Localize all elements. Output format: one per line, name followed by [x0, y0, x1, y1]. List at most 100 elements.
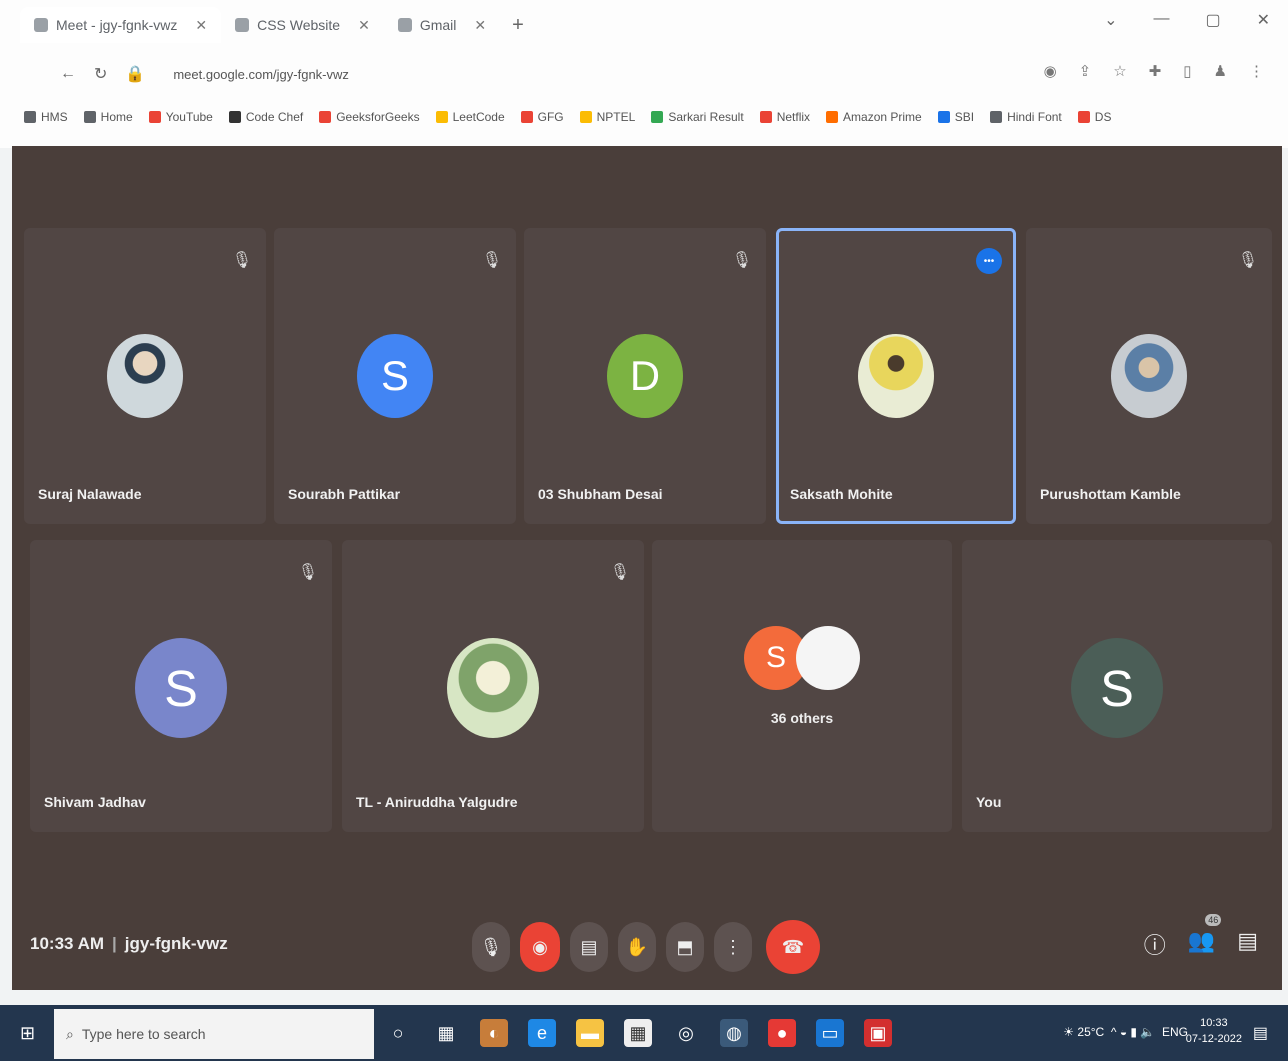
meeting-time: 10:33 AM	[30, 934, 105, 953]
camera-permission-icon[interactable]: ◉	[1044, 62, 1057, 80]
notification-icon[interactable]: ▤	[1253, 1023, 1268, 1043]
others-tile[interactable]: S 36 others	[652, 540, 952, 832]
new-tab-button[interactable]: +	[512, 14, 524, 37]
app-icon-2[interactable]: ●	[768, 1019, 796, 1047]
bookmark-item[interactable]: Home	[83, 110, 133, 124]
extensions-icon[interactable]: ✚	[1149, 62, 1162, 80]
meeting-details-icon[interactable]: ⓘ	[1144, 928, 1166, 960]
tab-gmail[interactable]: Gmail ✕	[384, 7, 500, 43]
others-count: 36 others	[770, 710, 834, 726]
present-icon[interactable]: ⬒	[666, 922, 704, 972]
bookmark-item[interactable]: SBI	[937, 110, 974, 124]
taskbar-apps: ○ ▦ ◐ e ▬ ▦ ◎ ◍ ● ▭ ▣	[384, 1019, 892, 1047]
close-tab-icon[interactable]: ✕	[195, 17, 207, 34]
back-icon[interactable]: ←	[60, 65, 76, 83]
bookmark-item[interactable]: Sarkari Result	[651, 110, 744, 124]
more-options-icon[interactable]: ⋮	[714, 922, 752, 972]
camera-app-icon[interactable]: ◎	[672, 1019, 700, 1047]
bookmark-item[interactable]: HMS	[24, 110, 68, 124]
meeting-info: 10:33 AM | jgy-fgnk-vwz	[30, 934, 228, 953]
bookmark-item[interactable]: YouTube	[148, 110, 213, 124]
participant-name: Sourabh Pattikar	[288, 486, 401, 502]
people-icon[interactable]: 👥 46	[1188, 914, 1222, 960]
participant-tile[interactable]: S You	[962, 540, 1272, 832]
bookmark-favicon-icon	[579, 111, 592, 123]
taskbar-clock[interactable]: 10:33 07-12-2022	[1186, 1015, 1242, 1047]
app-icon-1[interactable]: ◐	[480, 1019, 508, 1047]
chat-icon[interactable]: ▤	[1237, 928, 1258, 960]
bookmark-label: NPTEL	[596, 110, 636, 124]
mic-off-icon: 🎙	[1237, 252, 1258, 269]
app-icon-4[interactable]: ▣	[864, 1019, 892, 1047]
participant-name: You	[976, 794, 1002, 810]
mic-icon[interactable]: 🎙	[472, 922, 510, 972]
participant-tile[interactable]: Purushottam Kamble 🎙	[1026, 228, 1272, 524]
bookmark-item[interactable]: GFG	[520, 110, 564, 124]
avatar	[1111, 334, 1187, 418]
participant-tile[interactable]: S Shivam Jadhav 🎙	[30, 540, 332, 832]
call-controls: 🎙 ◉ ▤ ✋ ⬒ ⋮ ☎	[472, 920, 820, 974]
participant-tile[interactable]: TL - Aniruddha Yalgudre 🎙	[342, 540, 644, 832]
reload-icon[interactable]: ↻	[94, 64, 107, 84]
bookmark-item[interactable]: Code Chef	[228, 110, 304, 124]
windows-start-icon[interactable]: ⊞	[20, 1023, 35, 1044]
meeting-code: jgy-fgnk-vwz	[124, 934, 228, 953]
bookmark-item[interactable]: DS	[1077, 110, 1111, 124]
edge-icon[interactable]: e	[528, 1019, 556, 1047]
profile-icon[interactable]: ♟	[1214, 62, 1227, 80]
taskbar-search[interactable]: ⌕ Type here to search	[54, 1009, 374, 1059]
tab-label: Meet - jgy-fgnk-vwz	[56, 17, 178, 33]
menu-icon[interactable]: ⋮	[1249, 62, 1264, 80]
participant-tile[interactable]: S Sourabh Pattikar 🎙	[274, 228, 516, 524]
bookmark-label: Code Chef	[245, 110, 304, 124]
bookmark-item[interactable]: GeeksforGeeks	[319, 110, 420, 124]
url-field[interactable]: meet.google.com/jgy-fgnk-vwz	[163, 63, 359, 86]
tab-css-website[interactable]: CSS Website ✕	[221, 7, 384, 43]
maximize-icon[interactable]: ▢	[1205, 10, 1220, 30]
tab-meet[interactable]: Meet - jgy-fgnk-vwz ✕	[20, 7, 222, 43]
share-icon[interactable]: ⇪	[1079, 62, 1092, 80]
close-window-icon[interactable]: ✕	[1257, 10, 1270, 30]
star-icon[interactable]: ☆	[1113, 62, 1126, 80]
file-explorer-icon[interactable]: ▬	[576, 1019, 604, 1047]
bookmark-item[interactable]: NPTEL	[579, 110, 636, 124]
speaking-indicator-icon: •••	[976, 248, 1002, 274]
calendar-icon[interactable]: ▦	[624, 1019, 652, 1047]
captions-icon[interactable]: ▤	[570, 922, 608, 972]
raise-hand-icon[interactable]: ✋	[618, 922, 656, 972]
camera-off-icon[interactable]: ◉	[520, 922, 560, 972]
bookmark-item[interactable]: Amazon Prime	[826, 110, 922, 124]
sidebar-icon[interactable]: ▯	[1183, 62, 1191, 80]
others-avatars: S 36 others	[744, 626, 860, 736]
bookmark-label: Hindi Font	[1007, 110, 1062, 124]
weather-icon[interactable]: ☀	[1063, 1025, 1074, 1039]
participant-tile[interactable]: Saksath Mohite •••	[776, 228, 1016, 524]
close-tab-icon[interactable]: ✕	[474, 17, 486, 34]
participant-tile[interactable]: D 03 Shubham Desai 🎙	[524, 228, 766, 524]
bookmark-item[interactable]: LeetCode	[435, 110, 505, 124]
avatar	[107, 334, 183, 418]
bookmark-favicon-icon	[24, 111, 36, 123]
bookmark-item[interactable]: Hindi Font	[990, 110, 1062, 124]
clock-time: 10:33	[1200, 1017, 1228, 1029]
people-count-badge: 46	[1205, 914, 1222, 926]
task-view-icon[interactable]: ▦	[432, 1019, 460, 1047]
minimize-icon[interactable]: —	[1153, 10, 1169, 30]
browser-chrome: Meet - jgy-fgnk-vwz ✕ CSS Website ✕ Gmai…	[0, 0, 1288, 148]
avatar: S	[357, 334, 433, 418]
bookmark-item[interactable]: Netflix	[759, 110, 810, 124]
meeting-controls-bar: 10:33 AM | jgy-fgnk-vwz 🎙 ◉ ▤ ✋ ⬒ ⋮ ☎ ⓘ 👥 4…	[12, 900, 1282, 990]
app-icon-3[interactable]: ▭	[816, 1019, 844, 1047]
cortana-icon[interactable]: ○	[384, 1019, 412, 1047]
bookmark-label: HMS	[41, 110, 68, 124]
close-tab-icon[interactable]: ✕	[358, 17, 370, 34]
end-call-icon[interactable]: ☎	[766, 920, 820, 974]
chrome-icon[interactable]: ◍	[720, 1019, 748, 1047]
bookmark-favicon-icon	[319, 111, 332, 123]
participant-tile[interactable]: Suraj Nalawade 🎙	[24, 228, 266, 524]
chevron-down-icon[interactable]: ⌄	[1104, 10, 1117, 30]
bookmark-label: Home	[100, 110, 133, 124]
participant-name: TL - Aniruddha Yalgudre	[356, 794, 518, 810]
side-controls: ⓘ 👥 46 ▤	[1144, 914, 1258, 960]
bookmark-favicon-icon	[1077, 111, 1090, 123]
